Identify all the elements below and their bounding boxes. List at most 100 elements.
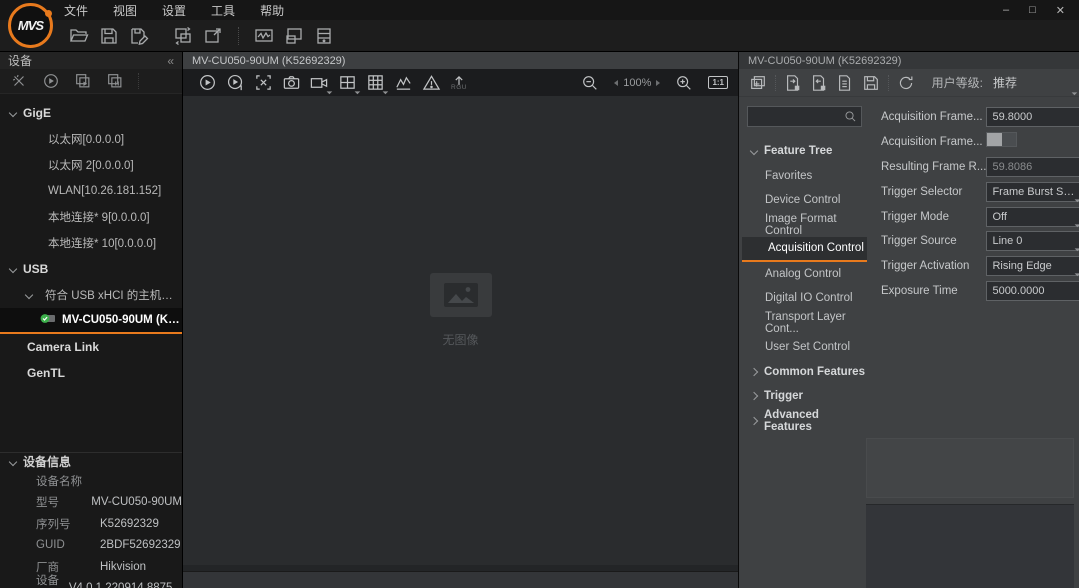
feature-search[interactable] [747, 106, 862, 127]
mvs-application: MVS 文件 视图 设置 工具 帮助 – □ ✕ 设备 [0, 0, 1079, 588]
tree-node-camera-selected[interactable]: MV-CU050-90UM (K5269... [0, 308, 182, 334]
trigger-selector-dropdown[interactable]: Frame Burst Star [986, 182, 1079, 202]
save-as-icon[interactable] [124, 24, 154, 48]
feature-item-digital-io-control[interactable]: Digital IO Control [739, 286, 869, 311]
exposure-time-input[interactable]: 5000.0000 [986, 281, 1079, 301]
record-icon[interactable] [305, 72, 333, 94]
fit-window-icon[interactable] [249, 72, 277, 94]
split-screen-icon[interactable] [333, 72, 361, 94]
device-toolbar [0, 69, 182, 94]
firmware-upgrade-icon[interactable]: RGU [445, 72, 473, 94]
menu-view[interactable]: 视图 [113, 2, 137, 19]
feature-item-favorites[interactable]: Favorites [739, 164, 869, 189]
feature-item-acquisition-control[interactable]: Acquisition Control [742, 237, 867, 262]
trigger-activation-dropdown[interactable]: Rising Edge [986, 256, 1079, 276]
warning-icon[interactable] [417, 72, 445, 94]
menu-file[interactable]: 文件 [64, 2, 88, 19]
main-toolbar [0, 20, 1079, 52]
logo-text: MVS [18, 18, 43, 33]
device-panel-title: 设备 [8, 52, 32, 69]
tree-node-local9[interactable]: 本地连接* 9[0.0.0.0] [0, 204, 182, 230]
feature-section-common-features[interactable]: Common Features [739, 360, 869, 385]
zoom-out-icon[interactable] [576, 72, 604, 94]
feature-search-input[interactable] [748, 111, 844, 123]
menu-settings[interactable]: 设置 [162, 2, 186, 19]
info-row-name: 设备名称 [0, 470, 182, 492]
tree-node-usb[interactable]: USB [0, 256, 182, 282]
feature-item-image-format-control[interactable]: Image Format Control [739, 213, 869, 238]
close-button[interactable]: ✕ [1056, 4, 1065, 17]
prop-resulting-frame-rate: Resulting Frame R... 59.8086 [881, 155, 1079, 180]
prop-trigger-source: Trigger Source Line 0 [881, 229, 1079, 254]
frame-rate-enable-toggle[interactable] [986, 132, 1017, 147]
continuous-grab-icon[interactable] [193, 72, 221, 94]
feature-tree: Feature Tree Favorites Device Control Im… [739, 139, 869, 433]
histogram-icon[interactable] [389, 72, 417, 94]
feature-section-feature-tree[interactable]: Feature Tree [739, 139, 869, 164]
info-row-guid: GUID2BDF52692329 [0, 535, 182, 557]
feature-item-analog-control[interactable]: Analog Control [739, 262, 869, 287]
user-level-dropdown[interactable]: 推荐 [993, 74, 1063, 91]
one-to-one-button[interactable]: 1:1 [708, 76, 728, 89]
open-features-icon[interactable] [832, 72, 858, 94]
refresh-icon[interactable] [893, 72, 919, 94]
prop-trigger-selector: Trigger Selector Frame Burst Star [881, 179, 1079, 204]
tree-node-cameralink[interactable]: Camera Link [0, 334, 182, 360]
zoom-level: 100% [614, 77, 660, 89]
tree-node-wlan[interactable]: WLAN[10.26.181.152] [0, 178, 182, 204]
expand-attributes-icon[interactable] [745, 72, 771, 94]
info-row-model: 型号MV-CU050-90UM [0, 492, 182, 514]
minimize-button[interactable]: – [1003, 4, 1009, 17]
feature-section-trigger[interactable]: Trigger [739, 384, 869, 409]
save-icon[interactable] [94, 24, 124, 48]
device-info-header[interactable]: 设备信息 [0, 453, 182, 470]
waveform-monitor-icon[interactable] [249, 24, 279, 48]
prop-trigger-activation: Trigger Activation Rising Edge [881, 254, 1079, 279]
feature-item-device-control[interactable]: Device Control [739, 188, 869, 213]
title-bar: 文件 视图 设置 工具 帮助 – □ ✕ [0, 0, 1079, 20]
feature-item-user-set-control[interactable]: User Set Control [739, 335, 869, 360]
zoom-in-icon[interactable] [670, 72, 698, 94]
collapse-panel-icon[interactable]: « [167, 54, 174, 68]
swap-window-icon[interactable] [168, 24, 198, 48]
image-canvas: 无图像 [183, 96, 738, 565]
popout-window-icon[interactable] [198, 24, 228, 48]
tree-node-local10[interactable]: 本地连接* 10[0.0.0.0] [0, 230, 182, 256]
no-image-label: 无图像 [442, 331, 478, 348]
user-level: 用户等级: 推荐 [932, 74, 1073, 91]
layout-windows-icon[interactable] [279, 24, 309, 48]
storage-disk-icon[interactable] [309, 24, 339, 48]
disconnect-icon[interactable] [6, 69, 32, 93]
import-features-icon[interactable] [780, 72, 806, 94]
feature-item-transport-layer-control[interactable]: Transport Layer Cont... [739, 311, 869, 336]
start-acquisition-icon[interactable] [38, 69, 64, 93]
menu-bar: 文件 视图 设置 工具 帮助 [64, 2, 284, 19]
viewer-tab: MV-CU050-90UM (K52692329) [183, 52, 738, 69]
camera-connected-icon [40, 313, 56, 327]
single-grab-icon[interactable] [221, 72, 249, 94]
tree-node-gige[interactable]: GigE [0, 100, 182, 126]
start-all-icon[interactable] [70, 69, 96, 93]
feature-section-advanced-features[interactable]: Advanced Features [739, 409, 869, 434]
snapshot-icon[interactable] [277, 72, 305, 94]
prop-trigger-mode: Trigger Mode Off [881, 204, 1079, 229]
stop-all-icon[interactable] [102, 69, 128, 93]
prop-exposure-time: Exposure Time 5000.0000 [881, 279, 1079, 304]
no-image-icon [430, 273, 492, 317]
tree-node-ethernet[interactable]: 以太网[0.0.0.0] [0, 126, 182, 152]
grid-overlay-icon[interactable] [361, 72, 389, 94]
feature-panel: MV-CU050-90UM (K52692329) 用户等级: 推荐 [739, 52, 1079, 588]
menu-tools[interactable]: 工具 [211, 2, 235, 19]
open-folder-icon[interactable] [64, 24, 94, 48]
menu-help[interactable]: 帮助 [260, 2, 284, 19]
trigger-source-dropdown[interactable]: Line 0 [986, 231, 1079, 251]
tree-node-ethernet2[interactable]: 以太网 2[0.0.0.0] [0, 152, 182, 178]
tree-node-gentl[interactable]: GenTL [0, 360, 182, 386]
save-features-icon[interactable] [858, 72, 884, 94]
acquisition-frame-rate-input[interactable]: 59.8000 [986, 107, 1079, 127]
prop-acquisition-frame-rate: Acquisition Frame... 59.8000 [881, 105, 1079, 130]
export-features-icon[interactable] [806, 72, 832, 94]
maximize-button[interactable]: □ [1029, 4, 1036, 17]
tree-node-usb-controller[interactable]: 符合 USB xHCI 的主机控制器 [0, 282, 182, 308]
trigger-mode-dropdown[interactable]: Off [986, 207, 1079, 227]
